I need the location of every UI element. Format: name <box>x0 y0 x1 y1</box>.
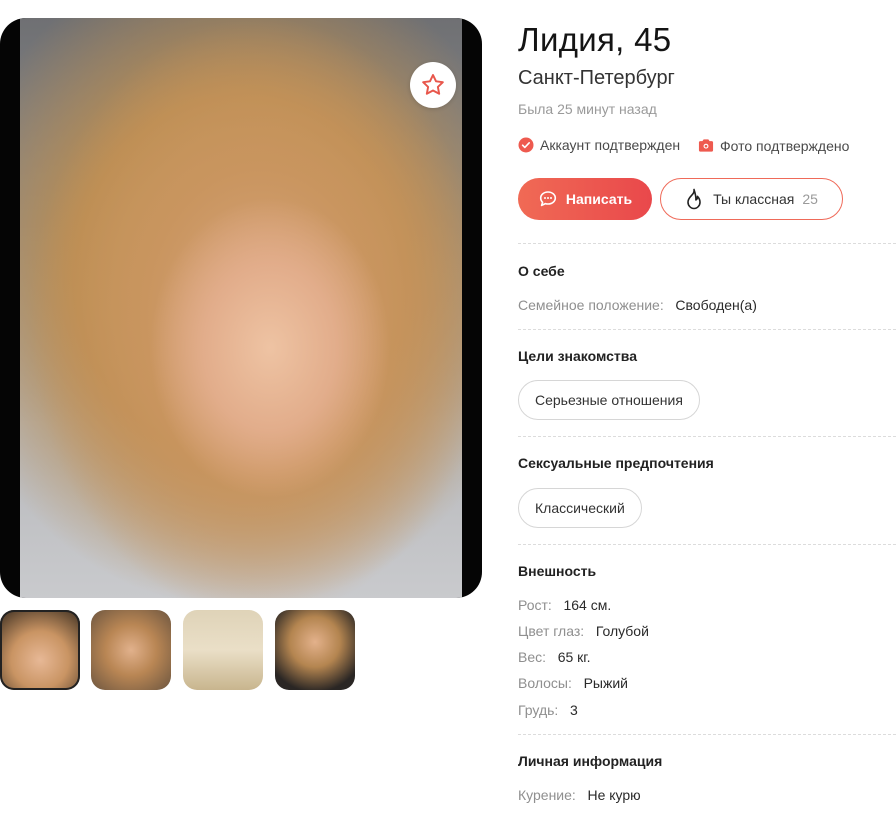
compliment-count: 25 <box>802 191 818 207</box>
section-divider <box>518 243 896 244</box>
write-message-label: Написать <box>565 191 633 207</box>
marital-status-row: Семейное положение: Свободен(а) <box>518 296 757 314</box>
photo-thumbnail[interactable] <box>183 610 263 690</box>
profile-city: Санкт-Петербург <box>518 67 675 89</box>
section-divider <box>518 734 896 735</box>
eye-color-value: Голубой <box>595 623 649 639</box>
appearance-row-hair: Волосы: Рыжий <box>518 674 628 692</box>
weight-value: 65 кг. <box>557 649 591 665</box>
profile-name-age: Лидия, 45 <box>518 21 672 58</box>
appearance-section-title: Внешность <box>518 563 597 579</box>
height-label: Рост: <box>518 597 552 613</box>
breast-value: 3 <box>569 702 578 718</box>
height-value: 164 см. <box>563 597 612 613</box>
main-photo[interactable] <box>0 18 482 598</box>
goal-chip: Серьезные отношения <box>518 380 700 420</box>
chat-bubble-icon <box>538 189 558 209</box>
personal-section-title: Личная информация <box>518 753 663 769</box>
weight-label: Вес: <box>518 649 547 665</box>
verification-badges: Аккаунт подтвержден Фото подтверждено <box>518 136 863 157</box>
section-divider <box>518 436 896 437</box>
preferences-section-title: Сексуальные предпочтения <box>518 455 714 471</box>
appearance-row-height: Рост: 164 см. <box>518 596 611 614</box>
eye-color-label: Цвет глаз: <box>518 623 585 639</box>
camera-icon <box>698 138 714 154</box>
favorite-button[interactable] <box>410 62 456 108</box>
hair-label: Волосы: <box>518 675 572 691</box>
star-icon <box>422 74 444 95</box>
smoking-value: Не курю <box>587 787 641 803</box>
appearance-row-breast: Грудь: 3 <box>518 701 578 719</box>
photo-thumbnail[interactable] <box>91 610 171 690</box>
appearance-row-eyes: Цвет глаз: Голубой <box>518 622 649 640</box>
section-divider <box>518 329 896 330</box>
flame-icon <box>685 188 703 210</box>
smoking-label: Курение: <box>518 787 576 803</box>
breast-label: Грудь: <box>518 702 559 718</box>
last-seen-status: Была 25 минут назад <box>518 101 657 117</box>
compliment-label: Ты классная <box>713 191 795 207</box>
photo-verified-badge: Фото подтверждено <box>698 137 849 155</box>
marital-status-value: Свободен(а) <box>675 297 757 313</box>
account-verified-badge: Аккаунт подтвержден <box>518 136 680 154</box>
photo-verified-label: Фото подтверждено <box>720 137 850 154</box>
hair-value: Рыжий <box>583 675 628 691</box>
goals-section-title: Цели знакомства <box>518 348 637 364</box>
photo-thumbnail[interactable] <box>275 610 355 690</box>
photo-thumbnail[interactable] <box>0 610 80 690</box>
appearance-row-weight: Вес: 65 кг. <box>518 648 591 666</box>
write-message-button[interactable]: Написать <box>518 178 652 220</box>
check-circle-icon <box>518 137 534 153</box>
smoking-row: Курение: Не курю <box>518 786 641 804</box>
preference-chip: Классический <box>518 488 642 528</box>
section-divider <box>518 544 896 545</box>
about-section-title: О себе <box>518 263 565 279</box>
profile-photo-image <box>20 18 462 598</box>
compliment-button[interactable]: Ты классная 25 <box>660 178 843 220</box>
marital-status-label: Семейное положение: <box>518 297 664 313</box>
account-verified-label: Аккаунт подтвержден <box>540 137 681 153</box>
